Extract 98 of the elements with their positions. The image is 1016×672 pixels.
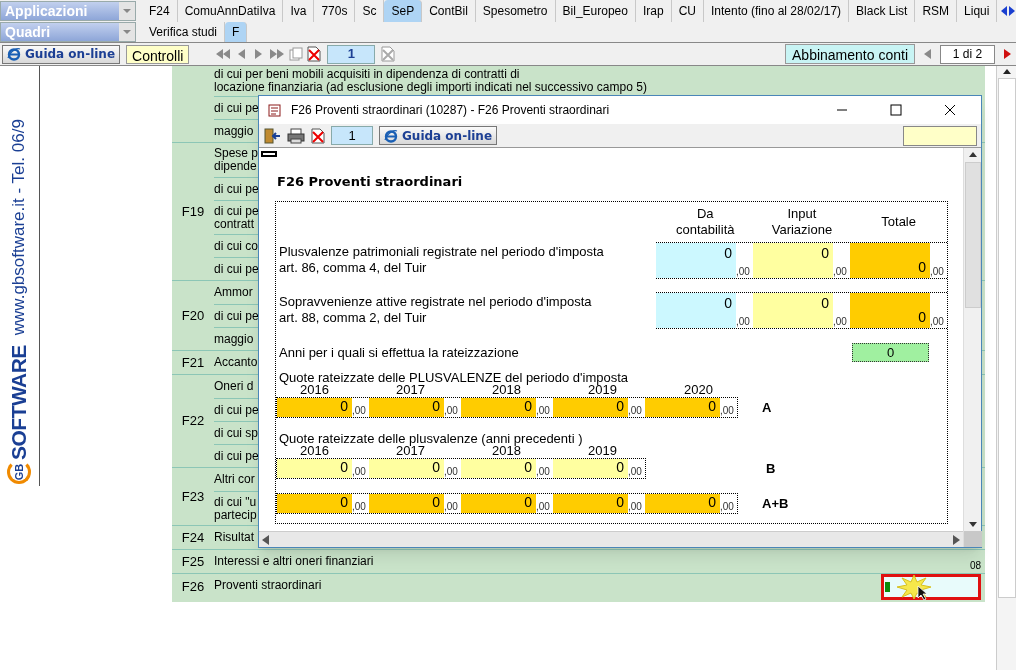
tab[interactable]: F [225, 22, 248, 42]
decimal-label: ,00 [833, 265, 848, 278]
row-description: Interessi e altri oneri finanziari [214, 555, 374, 568]
row-code: F26 [181, 578, 205, 597]
column-header: Da contabilità [674, 205, 736, 238]
row-description: Oneri d [214, 380, 254, 393]
delete-icon[interactable] [307, 46, 322, 62]
scrollbar-corner [963, 531, 982, 547]
amount-field[interactable]: 0 [656, 242, 736, 278]
amount-field[interactable]: 0 [753, 242, 833, 278]
value-field[interactable] [881, 574, 981, 600]
page-field[interactable]: 1 [331, 126, 373, 145]
dialog-title: F26 Proventi straordinari (10287) - F26 Proventi straordinari [291, 102, 611, 119]
tab-scroll-right-icon[interactable] [1008, 5, 1016, 17]
row-description: Proventi straordinari [214, 579, 322, 592]
decimal-label: ,00 [930, 265, 945, 278]
field-code: 08 [969, 559, 981, 573]
section-heading: F26 Proventi straordinari [277, 173, 464, 191]
row-description: di cui co [214, 239, 259, 253]
form-icon [267, 102, 283, 118]
row-description: di cui pe [214, 403, 259, 417]
amount-field[interactable]: 0 [656, 292, 736, 328]
row-description: Altri cor [214, 473, 255, 486]
row-description: di cui pe contratt [214, 204, 259, 231]
decimal-label: ,00 [930, 315, 945, 328]
row-description: di cui pe [214, 101, 259, 115]
tab-scroll-left-icon[interactable] [1000, 5, 1008, 17]
row-description: maggio [214, 332, 254, 346]
row-description: di cui sp [214, 426, 259, 440]
column-header: Totale [880, 213, 917, 230]
years-count-field[interactable]: 0 [852, 342, 929, 362]
row-code: F24 [181, 528, 205, 547]
installments-label: Anni per i quali si effettua la rateizzazione [278, 343, 520, 362]
row-description: maggio [214, 124, 254, 138]
decimal-label: ,00 [736, 315, 751, 328]
click-burst-icon [896, 574, 932, 600]
row-label: Plusvalenze patrimoniali registrate nel periodo d'imposta art. 86, comma 4, del Tuir [278, 244, 605, 276]
row-code: F19 [181, 202, 205, 221]
scrollbar-thumb[interactable] [964, 162, 981, 308]
decimal-label: ,00 [833, 315, 848, 328]
dropdown-icon[interactable] [119, 2, 135, 20]
row-description: di cui "u partecip [214, 495, 257, 522]
amount-field[interactable]: 0 [753, 292, 833, 328]
year-label: 2017 [395, 444, 425, 458]
help-button[interactable]: Guida on-line [379, 126, 498, 145]
dropdown-icon[interactable] [119, 23, 135, 41]
controls-button[interactable]: Controlli [126, 44, 190, 64]
page-scrollbar[interactable] [996, 66, 1016, 670]
section-title: Quote rateizzate delle PLUSVALENZE del periodo d'imposta [278, 371, 630, 383]
amount-field[interactable]: 0 [850, 242, 930, 278]
row-code: F22 [181, 412, 205, 431]
row-description: di cui pe [214, 309, 259, 323]
row-description: di cui pe [214, 449, 259, 463]
contact-text: www.gbsoftware.it - Tel. 06/9 [8, 119, 30, 336]
row-description: di cui per beni mobili acquisiti in dipendenza di contratti di locazione finanziaria (ad esclusione degli importi indicati nel successivo campo 5) [214, 68, 647, 94]
total-letter: B [766, 459, 776, 478]
copy-icon[interactable] [289, 47, 304, 61]
browser-icon [384, 128, 398, 143]
row-code: F20 [181, 306, 205, 325]
row-description: Ammor [214, 286, 253, 299]
row-code: F25 [181, 552, 205, 571]
row-description: di cui pe [214, 182, 259, 196]
row-description: Risultat [214, 531, 254, 544]
decimal-label: ,00 [736, 265, 751, 278]
year-label: 2016 [300, 383, 330, 397]
browser-icon [7, 47, 21, 61]
total-letter: A+B [762, 494, 789, 513]
year-label: 2019 [587, 444, 618, 458]
tab[interactable]: SeP [384, 0, 423, 22]
row-description: di cui pe [214, 262, 259, 276]
pager-field[interactable]: 1 di 2 [940, 44, 995, 64]
exit-icon[interactable] [263, 126, 281, 145]
brand-logo: GB SOFTWARE [3, 345, 35, 484]
first-page-icon[interactable] [215, 47, 232, 61]
column-header: Input Variazione [770, 205, 834, 238]
year-label: 2017 [395, 383, 426, 397]
section-title: Quote rateizzate delle plusvalenze (anni precedenti ) [278, 432, 584, 444]
row-description: Spese p dipende [214, 147, 259, 173]
last-page-icon[interactable] [269, 47, 286, 61]
vertical-scrollbar[interactable] [963, 148, 981, 547]
page-field[interactable]: 1 [327, 44, 376, 64]
year-label: 2016 [300, 444, 330, 458]
horizontal-scrollbar[interactable] [259, 531, 963, 547]
printer-icon[interactable] [287, 126, 305, 145]
match-accounts-button[interactable]: Abbinamento conti [785, 44, 915, 64]
note-field[interactable] [903, 125, 977, 146]
row-label: Sopravvenienze attive registrate nel periodo d'imposta art. 88, comma 2, del Tuir [278, 294, 593, 326]
row-code: F23 [181, 487, 205, 506]
delete-icon[interactable] [311, 127, 325, 144]
row-code: F21 [181, 353, 205, 372]
amount-field[interactable]: 0 [850, 292, 930, 328]
status-mark [885, 582, 890, 592]
year-label: 2018 [491, 383, 522, 397]
row-marker [261, 151, 277, 157]
help-button[interactable]: Guida on-line [2, 44, 121, 64]
year-label: 2020 [683, 383, 714, 397]
total-letter: A [762, 398, 772, 417]
row-description: Accanto [214, 356, 258, 369]
